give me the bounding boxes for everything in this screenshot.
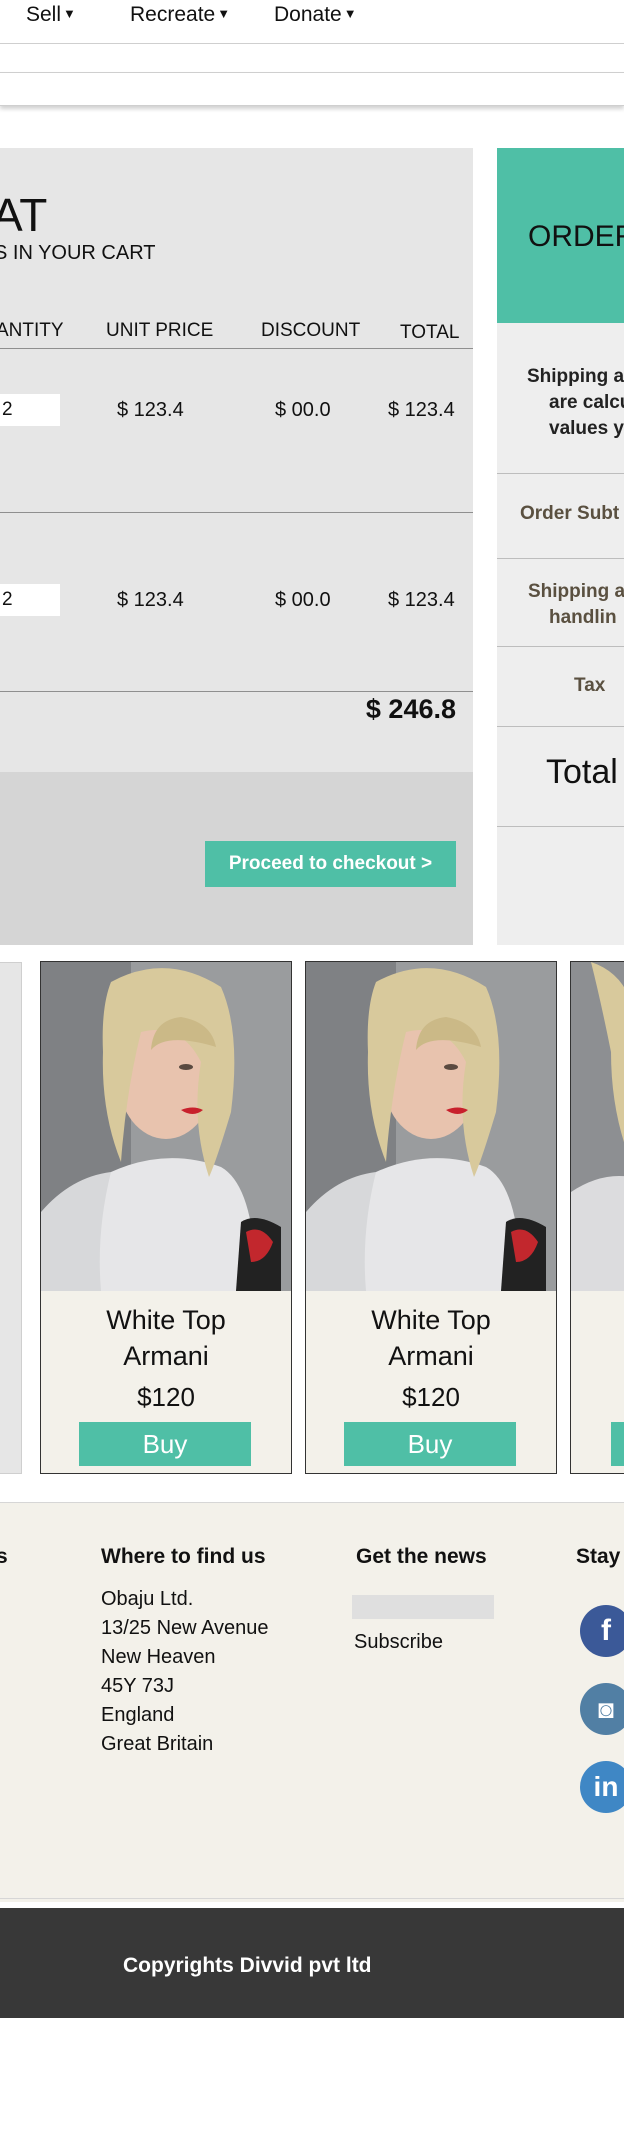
order-divider <box>497 726 624 727</box>
column-header-quantity: ANTITY <box>0 320 64 341</box>
order-divider <box>497 826 624 827</box>
product-name: White Top Armani <box>306 1302 556 1374</box>
product-price: $120 <box>402 1382 460 1412</box>
nav-donate[interactable]: Donate ▼ <box>274 3 357 27</box>
quantity-input[interactable]: 2 <box>0 394 60 426</box>
address-line: New Heaven <box>101 1646 216 1668</box>
buy-button[interactable]: Buy <box>344 1422 516 1466</box>
cart-title: AT <box>0 189 48 241</box>
copyright-text: Copyrights Divvid pvt ltd <box>123 1954 372 1977</box>
row-total: $ 123.4 <box>388 589 455 611</box>
footer-heading-news: Get the news <box>356 1545 487 1568</box>
row-unit-price: $ 123.4 <box>117 589 184 611</box>
footer-divider <box>0 1898 624 1899</box>
order-divider <box>497 558 624 559</box>
product-image[interactable] <box>306 962 556 1291</box>
nav-sell-label: Sell <box>26 3 62 26</box>
proceed-to-checkout-button[interactable]: Proceed to checkout > <box>205 841 456 887</box>
row-discount: $ 00.0 <box>275 589 331 611</box>
cart-subtitle: S IN YOUR CART <box>0 242 156 264</box>
order-tax-label: Tax <box>574 675 606 696</box>
newsletter-email-input[interactable] <box>352 1595 494 1619</box>
order-shipping-line: Shipping a <box>528 581 624 602</box>
row-total: $ 123.4 <box>388 399 455 421</box>
order-divider <box>497 646 624 647</box>
quantity-input[interactable]: 2 <box>0 584 60 616</box>
row-discount: $ 00.0 <box>275 399 331 421</box>
header-divider <box>0 348 473 349</box>
nav-sell[interactable]: Sell ▼ <box>26 3 76 27</box>
order-note-line: Shipping a <box>527 366 624 387</box>
row-divider <box>0 512 473 513</box>
caret-down-icon: ▼ <box>63 6 76 21</box>
instagram-icon[interactable]: ◙ <box>580 1683 624 1735</box>
nav-recreate[interactable]: Recreate ▼ <box>130 3 230 27</box>
order-summary-title: ORDER <box>528 220 624 253</box>
address-line: 45Y 73J <box>101 1675 175 1697</box>
linkedin-icon[interactable]: in <box>580 1761 624 1813</box>
order-total-label: Total <box>546 753 618 791</box>
product-card-partial[interactable] <box>570 961 624 1474</box>
breadcrumb-bar <box>0 72 624 106</box>
facebook-icon[interactable]: f <box>580 1605 624 1657</box>
product-image[interactable] <box>41 962 291 1291</box>
buy-button[interactable]: Buy <box>79 1422 251 1466</box>
product-name-line: Armani <box>123 1341 209 1371</box>
product-card[interactable]: White Top Armani $120 Buy <box>305 961 557 1474</box>
top-nav: Sell ▼ Recreate ▼ Donate ▼ <box>0 0 624 44</box>
product-card-partial <box>0 962 22 1474</box>
subscribe-button[interactable]: Subscribe <box>354 1631 443 1654</box>
buy-button-partial[interactable] <box>611 1422 624 1466</box>
caret-down-icon: ▼ <box>343 6 357 21</box>
product-price: $120 <box>137 1382 195 1412</box>
footer: s Where to find us Obaju Ltd. 13/25 New … <box>0 1502 624 1902</box>
column-header-discount: DISCOUNT <box>261 320 361 341</box>
caret-down-icon: ▼ <box>217 6 231 21</box>
order-note-line: values y <box>549 418 624 439</box>
product-name-line: Armani <box>388 1341 474 1371</box>
product-image[interactable] <box>571 962 624 1291</box>
column-header-unit-price: UNIT PRICE <box>106 320 214 341</box>
product-name-line: White Top <box>371 1305 491 1335</box>
nav-donate-label: Donate <box>274 3 342 26</box>
address-line: 13/25 New Avenue <box>101 1617 269 1639</box>
address-line: Great Britain <box>101 1733 214 1755</box>
cart-grand-total: $ 246.8 <box>365 694 456 724</box>
order-subtotal-label: Order Subt <box>520 503 620 524</box>
order-divider <box>497 473 624 474</box>
footer-heading-partial: s <box>0 1545 8 1568</box>
address-line: England <box>101 1704 175 1726</box>
row-unit-price: $ 123.4 <box>117 399 184 421</box>
address-line: Obaju Ltd. <box>101 1588 194 1610</box>
product-card[interactable]: White Top Armani $120 Buy <box>40 961 292 1474</box>
order-note-line: are calcul <box>549 392 624 413</box>
footer-heading-stay: Stay <box>576 1545 621 1568</box>
product-name: White Top Armani <box>41 1302 291 1374</box>
row-divider <box>0 691 473 692</box>
order-shipping-line: handlin <box>549 607 617 628</box>
nav-recreate-label: Recreate <box>130 3 216 26</box>
order-summary: ORDER Shipping a are calcul values y Ord… <box>497 148 624 945</box>
footer-heading-find-us: Where to find us <box>101 1545 266 1568</box>
copyright-bar: Copyrights Divvid pvt ltd <box>0 1908 624 2018</box>
product-name-line: White Top <box>106 1305 226 1335</box>
column-header-total: TOTAL <box>400 322 460 343</box>
